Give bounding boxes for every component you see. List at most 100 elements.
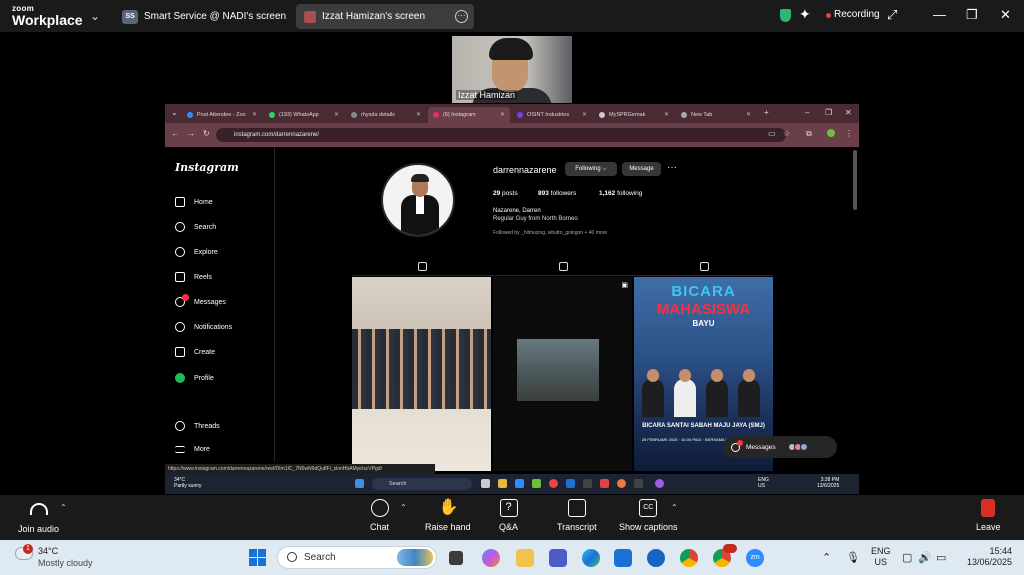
menu-icon[interactable]: ⋮ [845,129,853,138]
windows-start-icon[interactable] [249,549,266,566]
followers-stat[interactable]: 893 followers [538,190,576,197]
browser-tab[interactable]: rhysda details ✕ [346,107,426,123]
app-icon[interactable] [634,479,643,488]
tab-smart-service-screen[interactable]: SS Smart Service @ NADI's screen [112,4,292,29]
captions-options-caret[interactable]: ⌃ [671,503,678,512]
bookmark-star-icon[interactable]: ☆ [783,129,790,138]
chrome-profile-icon[interactable] [713,544,737,567]
qa-button[interactable]: ? Q&A [499,499,518,532]
app-icon[interactable] [617,479,626,488]
post-thumbnail-reel[interactable]: ▣ [493,277,632,471]
system-clock[interactable]: 15:44 13/06/2025 [958,546,1012,568]
browser-tab[interactable]: Post Attendee - Zoo ✕ [182,107,262,123]
browser-tab-active[interactable]: (6) Instagram ✕ [428,107,510,123]
remote-clock[interactable]: 3:38 PM 13/6/2025 [817,477,839,489]
sidebar-item-notifications[interactable]: Notifications [175,322,232,332]
sidebar-item-home[interactable]: Home [175,197,213,207]
microphone-icon[interactable]: 🎙 [846,551,860,564]
copilot-icon[interactable] [482,549,500,567]
taskbar-search-box[interactable]: Search [277,546,437,569]
app-icon[interactable] [647,549,665,567]
shield-icon[interactable] [780,9,791,22]
remote-weather[interactable]: 34°C Partly sunny [174,477,202,489]
input-language[interactable]: ENG US [871,546,891,568]
network-icon[interactable]: ▢ [902,551,912,564]
page-scrollbar[interactable] [853,150,857,210]
sidebar-item-search[interactable]: Search [175,222,216,232]
windows-start-icon[interactable] [355,479,364,488]
sidebar-item-threads[interactable]: Threads [175,421,220,431]
more-options-icon[interactable]: ··· [455,10,468,23]
cast-icon[interactable]: ▭ [768,129,776,138]
back-icon[interactable]: ← [171,129,179,138]
remote-language[interactable]: ENG US [758,477,769,489]
ai-companion-icon[interactable]: ✦ [799,6,811,23]
reels-tab-icon[interactable] [559,262,568,271]
posts-grid-icon[interactable] [418,262,427,271]
fullscreen-icon[interactable]: ⤢ [887,7,897,23]
chat-options-caret[interactable]: ⌃ [400,503,407,512]
message-button[interactable]: Message [622,162,661,176]
zoom-app-icon[interactable] [515,479,524,488]
instagram-logo[interactable]: Instagram [175,161,239,174]
sidebar-item-more[interactable]: More [175,446,210,453]
sidebar-item-messages[interactable]: Messages [175,294,226,307]
join-audio-button[interactable]: Join audio [18,499,59,534]
close-icon[interactable]: ✕ [845,108,852,117]
post-thumbnail-group-photo[interactable] [352,277,491,471]
minimize-icon[interactable]: — [933,7,946,22]
teams-icon[interactable] [549,549,567,567]
battery-icon[interactable]: ▭ [936,551,946,564]
xbox-icon[interactable] [532,479,541,488]
app-icon[interactable] [566,479,575,488]
remote-search-box[interactable]: Search [372,478,472,490]
tab-search-icon[interactable]: ⌄ [171,108,178,117]
restore-icon[interactable]: ❐ [966,7,978,23]
extensions-icon[interactable]: ⧉ [806,129,812,139]
tagged-tab-icon[interactable] [700,262,709,271]
show-hidden-icons[interactable]: ⌃ [822,551,831,564]
sidebar-item-profile[interactable]: Profile [175,373,214,383]
store-icon[interactable] [614,549,632,567]
reload-icon[interactable]: ↻ [203,129,210,138]
close-icon[interactable]: ✕ [1000,7,1011,23]
app-icon[interactable] [655,479,664,488]
profile-picture[interactable] [381,163,455,237]
new-tab-icon[interactable]: + [764,108,769,117]
followed-by[interactable]: Followed by _hilmuzing, whutto_goingon +… [493,230,607,236]
leave-button[interactable]: Leave [976,499,1001,532]
following-button[interactable]: Following ⌵ [565,162,617,176]
following-stat[interactable]: 1,162 following [599,190,642,197]
restore-icon[interactable]: ❐ [825,108,832,117]
sidebar-item-create[interactable]: Create [175,347,215,357]
task-view-icon[interactable] [449,551,463,565]
app-icon[interactable] [583,479,592,488]
zoom-taskbar-icon[interactable]: zm [746,549,764,567]
file-explorer-icon[interactable] [516,549,534,567]
app-icon[interactable] [600,479,609,488]
chrome-icon[interactable] [680,549,698,567]
browser-tab[interactable]: (193) WhatsApp ✕ [264,107,344,123]
messages-popup-button[interactable]: Messages [723,436,837,458]
browser-tab[interactable]: New Tab ✕ [676,107,756,123]
browser-tab[interactable]: MySPRGemak ✕ [594,107,674,123]
recording-label[interactable]: Recording [834,9,880,20]
profile-avatar[interactable] [827,129,835,137]
weather-temp[interactable]: 34°C [38,546,58,556]
transcript-button[interactable]: Transcript [557,499,597,532]
browser-tab[interactable]: OSINT Industries ✕ [512,107,592,123]
participant-video[interactable]: Izzat Hamizan [452,36,572,103]
chrome-icon[interactable] [549,479,558,488]
sidebar-item-reels[interactable]: Reels [175,272,212,282]
chat-button[interactable]: Chat [370,499,389,532]
show-captions-button[interactable]: CC Show captions [619,499,678,532]
more-options-icon[interactable]: ··· [667,162,677,173]
forward-icon[interactable]: → [187,129,195,138]
weather-condition[interactable]: Mostly cloudy [38,558,93,568]
edge-icon[interactable] [582,549,600,567]
audio-options-caret[interactable]: ⌃ [60,503,67,512]
minimize-icon[interactable]: – [805,108,809,117]
raise-hand-button[interactable]: ✋ Raise hand [425,499,471,532]
url-input[interactable]: instagram.com/darrennazarene/ [216,128,786,142]
chevron-down-icon[interactable]: ⌄ [90,9,100,23]
